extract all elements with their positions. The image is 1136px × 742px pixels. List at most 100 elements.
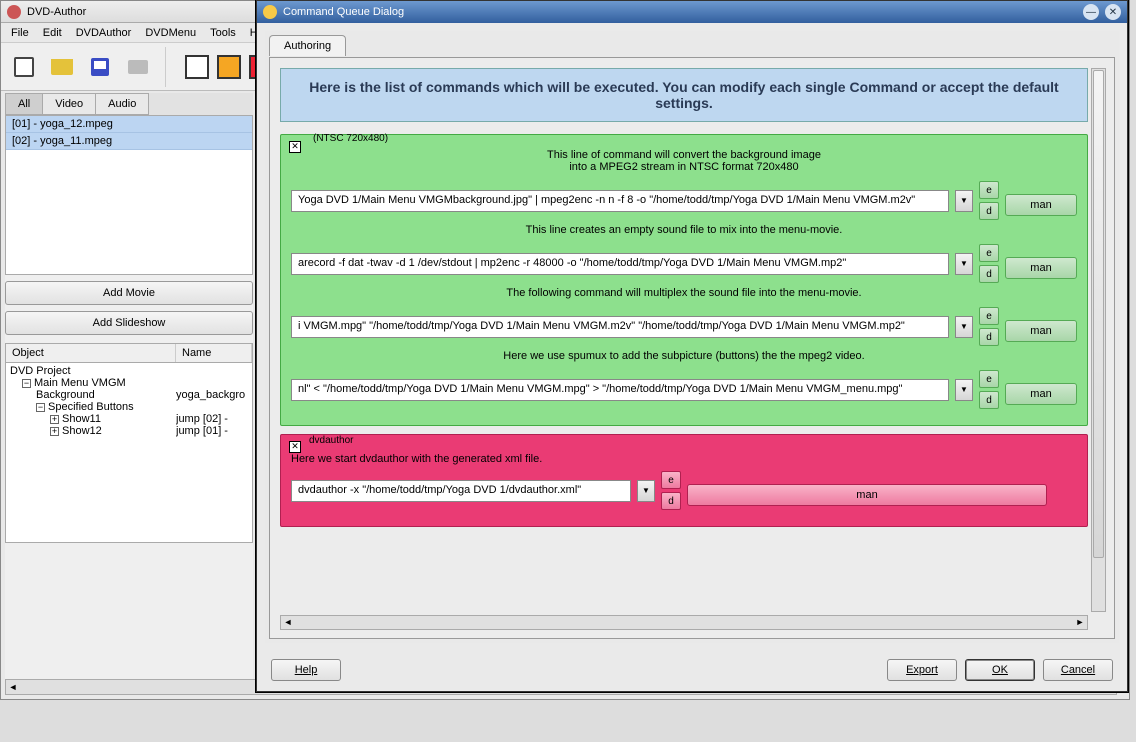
tree-label: Background xyxy=(36,389,95,401)
command-input[interactable]: i VMGM.mpg" "/home/todd/tmp/Yoga DVD 1/M… xyxy=(291,316,949,338)
dvdauthor-group-title: dvdauthor xyxy=(309,435,353,446)
d-button[interactable]: d xyxy=(979,265,999,283)
tree-row[interactable]: +Show12jump [01] - xyxy=(8,425,250,437)
command-row: Yoga DVD 1/Main Menu VMGMbackground.jpg"… xyxy=(291,181,1077,220)
help-button[interactable]: Help xyxy=(271,659,341,681)
scroll-right-icon[interactable]: ► xyxy=(1073,616,1087,629)
tree-label: DVD Project xyxy=(10,365,71,377)
tree-toggle-icon[interactable]: − xyxy=(22,379,31,388)
command-input[interactable]: arecord -f dat -twav -d 1 /dev/stdout | … xyxy=(291,253,949,275)
man-button[interactable]: man xyxy=(687,484,1047,506)
dropdown-button[interactable]: ▼ xyxy=(955,190,973,212)
file-row[interactable]: [01] - yoga_12.mpeg xyxy=(6,116,252,133)
ok-button[interactable]: OK xyxy=(965,659,1035,681)
command-input[interactable]: dvdauthor -x "/home/todd/tmp/Yoga DVD 1/… xyxy=(291,480,631,502)
command-row: i VMGM.mpg" "/home/todd/tmp/Yoga DVD 1/M… xyxy=(291,307,1077,346)
tree-value: jump [02] - xyxy=(176,413,250,425)
scroll-left-icon[interactable]: ◄ xyxy=(281,616,295,629)
folder-icon xyxy=(51,59,73,75)
d-button[interactable]: d xyxy=(979,202,999,220)
tree-row[interactable]: +Show11jump [02] - xyxy=(8,413,250,425)
dvdauthor-group: ✕ dvdauthor Here we start dvdauthor with… xyxy=(280,434,1088,527)
tab-audio[interactable]: Audio xyxy=(95,93,149,115)
color-swatch-orange[interactable] xyxy=(217,55,241,79)
tree-row[interactable]: Backgroundyoga_backgro xyxy=(8,389,250,401)
group-close-button[interactable]: ✕ xyxy=(289,141,301,153)
open-button[interactable] xyxy=(47,52,77,82)
scroll-pane: Here is the list of commands which will … xyxy=(280,68,1088,612)
command-input[interactable]: Yoga DVD 1/Main Menu VMGMbackground.jpg"… xyxy=(291,190,949,212)
tree-header-name[interactable]: Name xyxy=(176,344,252,362)
tree-row[interactable]: −Specified Buttons xyxy=(8,401,250,413)
dialog-titlebar[interactable]: Command Queue Dialog — ✕ xyxy=(257,1,1127,23)
tree-row[interactable]: −Main Menu VMGM xyxy=(8,377,250,389)
menu-edit[interactable]: Edit xyxy=(37,25,68,41)
horizontal-scrollbar[interactable]: ◄ ► xyxy=(280,615,1088,630)
e-button[interactable]: e xyxy=(979,181,999,199)
tree-header-object[interactable]: Object xyxy=(6,344,176,362)
e-button[interactable]: e xyxy=(979,244,999,262)
man-button[interactable]: man xyxy=(1005,194,1077,216)
dialog-button-bar: Help Export OK Cancel xyxy=(257,649,1127,691)
tree-toggle-icon[interactable]: + xyxy=(50,427,59,436)
group-close-button[interactable]: ✕ xyxy=(289,441,301,453)
save-button[interactable] xyxy=(85,52,115,82)
dropdown-button[interactable]: ▼ xyxy=(955,316,973,338)
d-button[interactable]: d xyxy=(979,328,999,346)
man-button[interactable]: man xyxy=(1005,320,1077,342)
dialog-title: Command Queue Dialog xyxy=(283,6,404,18)
save-icon xyxy=(91,58,109,76)
file-list[interactable]: [01] - yoga_12.mpeg [02] - yoga_11.mpeg xyxy=(5,115,253,275)
e-button[interactable]: e xyxy=(661,471,681,489)
man-button[interactable]: man xyxy=(1005,383,1077,405)
minimize-button[interactable]: — xyxy=(1083,4,1099,20)
tree-value: jump [01] - xyxy=(176,425,250,437)
e-button[interactable]: e xyxy=(979,370,999,388)
scroll-thumb[interactable] xyxy=(1093,70,1104,558)
menu-dvdauthor[interactable]: DVDAuthor xyxy=(70,25,138,41)
command-input[interactable]: nl" < "/home/todd/tmp/Yoga DVD 1/Main Me… xyxy=(291,379,949,401)
new-button[interactable] xyxy=(9,52,39,82)
left-panel: All Video Audio [01] - yoga_12.mpeg [02]… xyxy=(5,93,253,687)
menu-tools[interactable]: Tools xyxy=(204,25,242,41)
tree-row[interactable]: DVD Project xyxy=(8,365,250,377)
tree-value xyxy=(176,377,250,389)
tree-header: Object Name xyxy=(5,343,253,363)
command-row: dvdauthor -x "/home/todd/tmp/Yoga DVD 1/… xyxy=(291,471,1077,510)
tree-value xyxy=(176,365,250,377)
tab-video[interactable]: Video xyxy=(42,93,96,115)
add-movie-button[interactable]: Add Movie xyxy=(5,281,253,305)
add-slideshow-button[interactable]: Add Slideshow xyxy=(5,311,253,335)
dropdown-button[interactable]: ▼ xyxy=(955,253,973,275)
ntsc-group: ✕ (NTSC 720x480) This line of command wi… xyxy=(280,134,1088,426)
app-icon xyxy=(7,5,21,19)
e-button[interactable]: e xyxy=(979,307,999,325)
tree-label: Main Menu VMGM xyxy=(34,377,126,389)
tree-toggle-icon[interactable]: + xyxy=(50,415,59,424)
dropdown-button[interactable]: ▼ xyxy=(637,480,655,502)
export-button[interactable]: Export xyxy=(887,659,957,681)
menu-dvdmenu[interactable]: DVDMenu xyxy=(139,25,202,41)
main-title: DVD-Author xyxy=(27,6,86,18)
scroll-left-icon[interactable]: ◄ xyxy=(6,680,20,694)
tab-all[interactable]: All xyxy=(5,93,43,115)
file-row[interactable]: [02] - yoga_11.mpeg xyxy=(6,133,252,150)
command-desc: This line of command will convert the ba… xyxy=(291,149,1077,173)
command-row: arecord -f dat -twav -d 1 /dev/stdout | … xyxy=(291,244,1077,283)
d-button[interactable]: d xyxy=(661,492,681,510)
tree-toggle-icon[interactable]: − xyxy=(36,403,45,412)
tab-authoring[interactable]: Authoring xyxy=(269,35,346,56)
vertical-scrollbar[interactable] xyxy=(1091,68,1106,612)
man-button[interactable]: man xyxy=(1005,257,1077,279)
dialog-tabs: Authoring xyxy=(265,31,1119,56)
print-icon xyxy=(128,60,148,74)
menu-file[interactable]: File xyxy=(5,25,35,41)
dropdown-button[interactable]: ▼ xyxy=(955,379,973,401)
close-button[interactable]: ✕ xyxy=(1105,4,1121,20)
ntsc-group-title: (NTSC 720x480) xyxy=(309,133,392,144)
print-button[interactable] xyxy=(123,52,153,82)
color-swatch-white[interactable] xyxy=(185,55,209,79)
d-button[interactable]: d xyxy=(979,391,999,409)
cancel-button[interactable]: Cancel xyxy=(1043,659,1113,681)
project-tree[interactable]: DVD Project−Main Menu VMGMBackgroundyoga… xyxy=(5,363,253,543)
